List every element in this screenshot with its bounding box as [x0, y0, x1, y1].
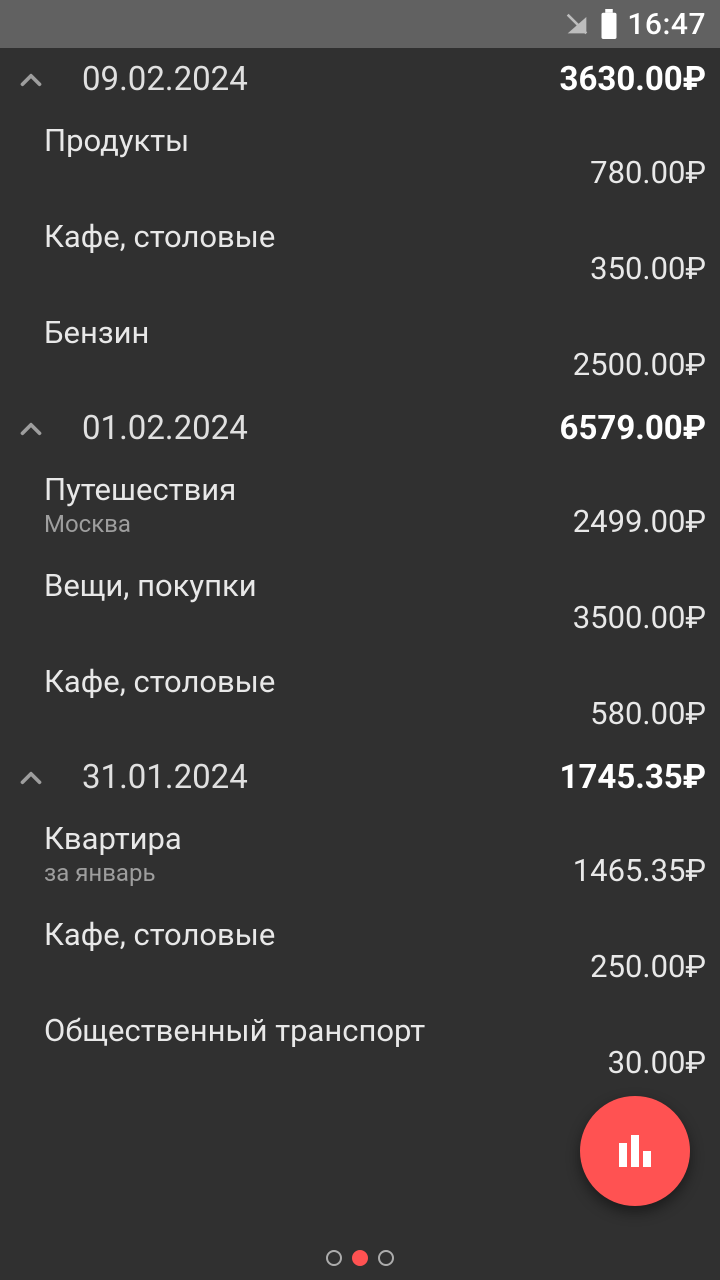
day-total: 1745.35₽ — [560, 758, 706, 797]
expense-item[interactable]: Квартира за январь 1465.35₽ — [0, 807, 720, 903]
stats-fab-button[interactable] — [580, 1096, 690, 1206]
day-date: 09.02.2024 — [82, 60, 248, 99]
battery-full-icon — [599, 9, 619, 39]
expense-item[interactable]: Продукты 780.00₽ — [0, 109, 720, 205]
expense-title: Путешествия — [44, 472, 236, 508]
expense-amount: 350.00₽ — [590, 250, 706, 289]
expense-amount: 2499.00₽ — [573, 503, 706, 542]
status-time: 16:47 — [627, 7, 706, 42]
expense-subtitle: Москва — [44, 510, 236, 538]
expense-title: Кафе, столовые — [44, 219, 275, 255]
page-dot[interactable] — [378, 1250, 394, 1266]
expense-title: Общественный транспорт — [44, 1013, 425, 1049]
day-header[interactable]: 31.01.2024 1745.35₽ — [0, 746, 720, 807]
no-sim-icon — [563, 10, 591, 38]
expense-title: Кафе, столовые — [44, 917, 275, 953]
expense-item[interactable]: Путешествия Москва 2499.00₽ — [0, 458, 720, 554]
expense-item[interactable]: Кафе, столовые 350.00₽ — [0, 205, 720, 301]
expense-item[interactable]: Бензин 2500.00₽ — [0, 301, 720, 397]
expense-item[interactable]: Вещи, покупки 3500.00₽ — [0, 554, 720, 650]
expense-amount: 3500.00₽ — [573, 599, 706, 638]
bar-chart-icon — [611, 1127, 659, 1175]
expense-amount: 250.00₽ — [590, 948, 706, 987]
expense-subtitle: за январь — [44, 859, 182, 887]
expense-title: Кафе, столовые — [44, 664, 275, 700]
expense-item[interactable]: Общественный транспорт 30.00₽ — [0, 999, 720, 1095]
expense-title: Квартира — [44, 821, 182, 857]
expense-amount: 1465.35₽ — [573, 852, 706, 891]
day-date: 01.02.2024 — [82, 409, 248, 448]
expense-title: Продукты — [44, 123, 189, 159]
day-header[interactable]: 01.02.2024 6579.00₽ — [0, 397, 720, 458]
chevron-up-icon — [14, 761, 58, 795]
expense-title: Бензин — [44, 315, 149, 351]
expense-amount: 30.00₽ — [608, 1044, 706, 1083]
status-bar: 16:47 — [0, 0, 720, 48]
expense-item[interactable]: Кафе, столовые 250.00₽ — [0, 903, 720, 999]
page-dot[interactable] — [326, 1250, 342, 1266]
chevron-up-icon — [14, 412, 58, 446]
page-indicator — [326, 1250, 394, 1266]
day-total: 6579.00₽ — [560, 409, 706, 448]
day-header[interactable]: 09.02.2024 3630.00₽ — [0, 48, 720, 109]
expenses-list[interactable]: 09.02.2024 3630.00₽ Продукты 780.00₽ Каф… — [0, 48, 720, 1095]
expense-amount: 580.00₽ — [590, 695, 706, 734]
expense-title: Вещи, покупки — [44, 568, 257, 604]
day-total: 3630.00₽ — [560, 60, 706, 99]
expense-item[interactable]: Кафе, столовые 580.00₽ — [0, 650, 720, 746]
page-dot-active[interactable] — [352, 1250, 368, 1266]
day-date: 31.01.2024 — [82, 758, 248, 797]
chevron-up-icon — [14, 63, 58, 97]
expense-amount: 2500.00₽ — [573, 346, 706, 385]
expense-amount: 780.00₽ — [590, 154, 706, 193]
